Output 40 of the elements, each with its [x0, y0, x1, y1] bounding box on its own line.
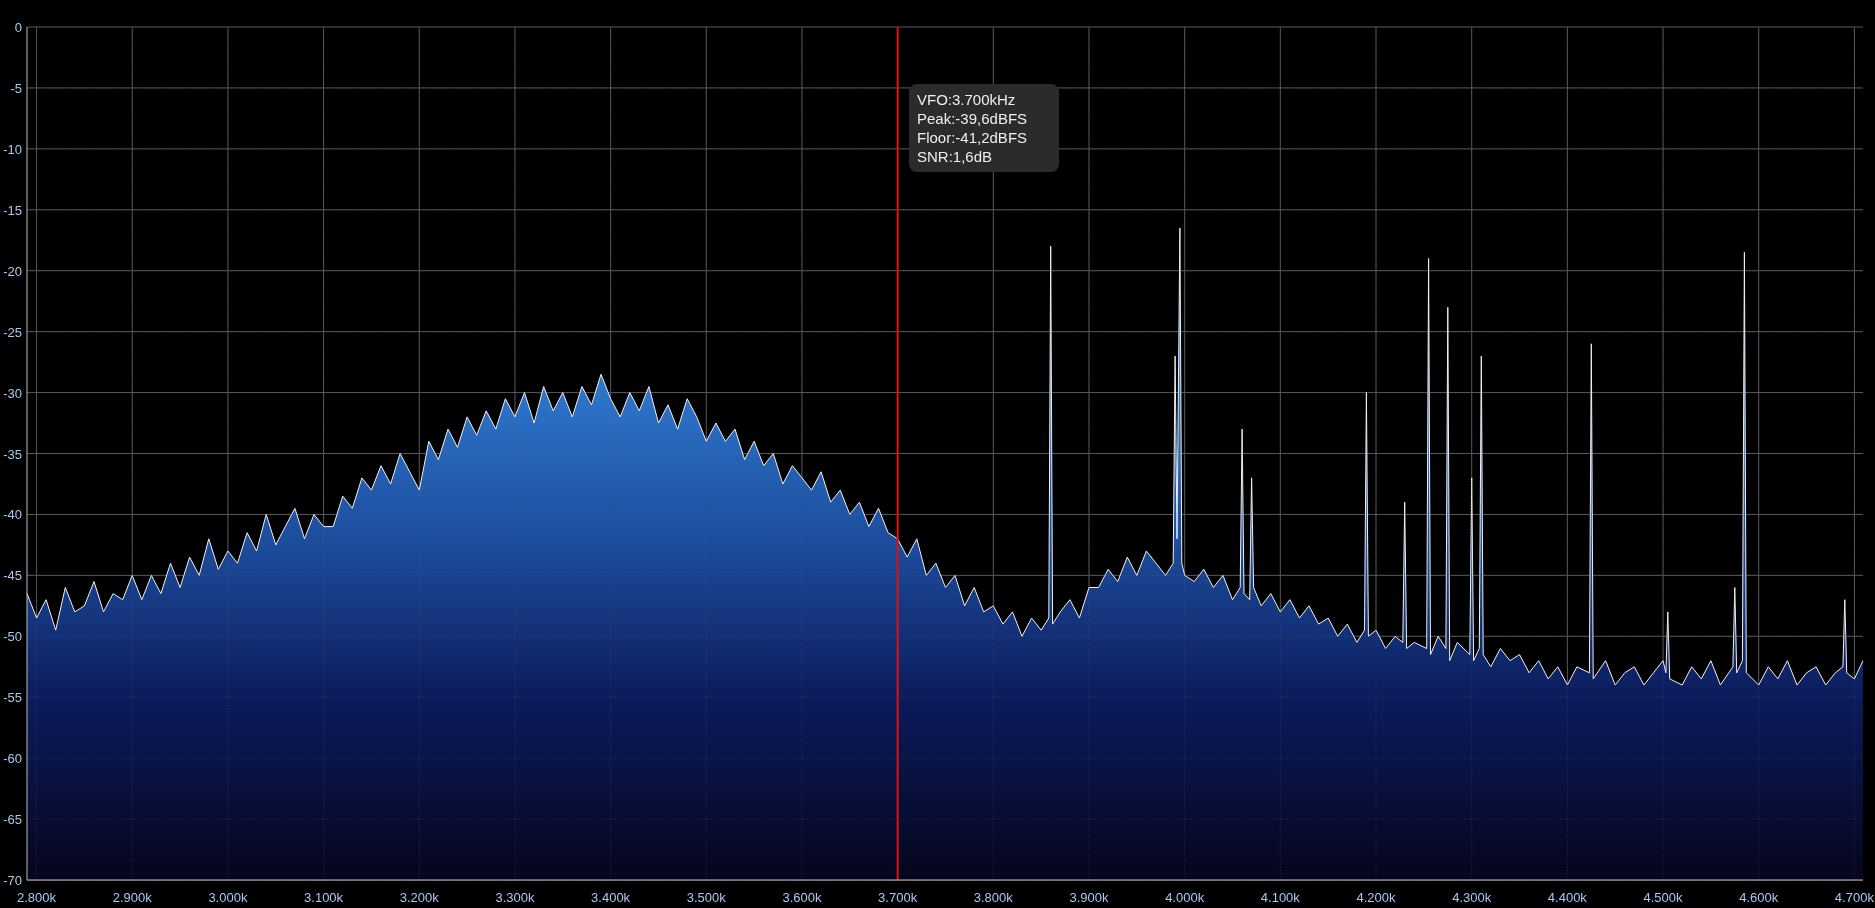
x-axis-label: 4.200k [1356, 890, 1396, 905]
x-axis-label: 4.400k [1547, 890, 1587, 905]
x-axis-label: 3.300k [495, 890, 535, 905]
x-axis-label: 4.500k [1643, 890, 1683, 905]
x-axis-label: 3.000k [208, 890, 248, 905]
y-axis-label: -5 [10, 80, 22, 96]
y-axis-label: -65 [3, 812, 22, 828]
y-axis-label: 0 [14, 20, 22, 35]
y-axis-label: -20 [3, 263, 22, 279]
x-axis-label: 4.600k [1739, 890, 1779, 905]
y-axis-label: -50 [3, 629, 22, 645]
y-axis-label: -25 [3, 324, 22, 340]
tooltip-line: VFO:3.700kHz [917, 90, 1017, 109]
tooltip-line: Floor:-41,2dBFS [917, 128, 1029, 147]
y-axis-label: -15 [3, 202, 22, 218]
y-axis-label: -70 [3, 873, 22, 888]
tooltip-line: SNR:1,6dB [917, 147, 994, 166]
x-axis-label: 2.800k [17, 890, 57, 905]
x-axis-label: 3.100k [304, 890, 344, 905]
y-axis-label: -40 [3, 507, 22, 523]
x-axis-label: 3.500k [686, 890, 726, 905]
x-axis-label: 3.700k [878, 890, 918, 905]
y-axis-label: -10 [3, 141, 22, 157]
y-axis-label: -60 [3, 751, 22, 767]
vfo-marker-line[interactable] [896, 27, 899, 880]
x-axis-label: 4.700k [1834, 890, 1874, 905]
y-axis-label: -35 [3, 446, 22, 462]
y-axis-label: -55 [3, 690, 22, 706]
y-axis-label: -30 [3, 385, 22, 401]
x-axis-label: 4.300k [1452, 890, 1492, 905]
x-axis-label: 4.100k [1260, 890, 1300, 905]
x-axis-label: 4.000k [1165, 890, 1205, 905]
x-axis-label: 3.600k [782, 890, 822, 905]
x-axis-label: 3.400k [591, 890, 631, 905]
y-axis-label: -45 [3, 568, 22, 584]
x-axis-label: 3.800k [973, 890, 1013, 905]
x-axis-label: 2.900k [112, 890, 152, 905]
x-axis-label: 3.200k [399, 890, 439, 905]
tooltip-line: Peak:-39,6dBFS [917, 109, 1029, 128]
x-axis-label: 3.900k [1069, 890, 1109, 905]
